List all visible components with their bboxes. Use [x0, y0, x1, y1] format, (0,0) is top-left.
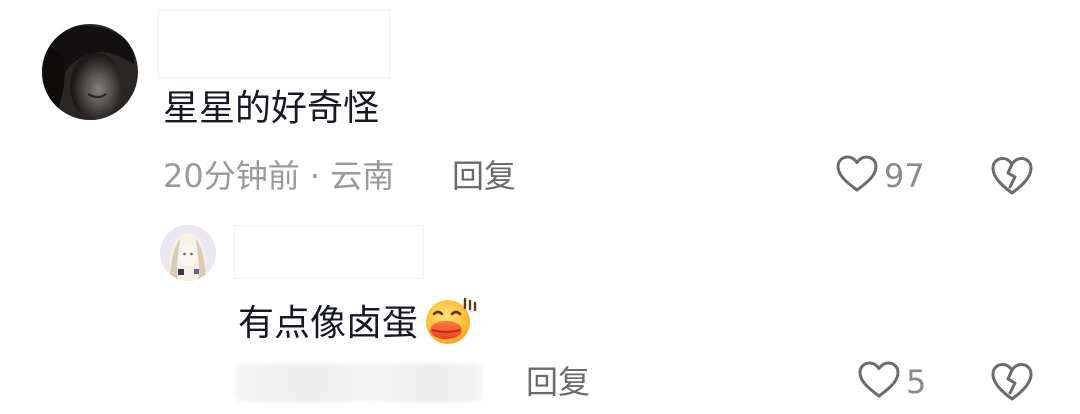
broken-heart-icon	[990, 157, 1034, 201]
reply-dislike-button[interactable]	[990, 361, 1034, 403]
duck-face-emoji-icon	[420, 294, 480, 346]
reply-comment-text-row: 有点像卤蛋	[238, 294, 480, 346]
dislike-button[interactable]	[990, 155, 1034, 197]
reply-timestamp-blurred	[236, 364, 482, 402]
commenter-username[interactable]	[158, 10, 390, 78]
like-count: 97	[884, 157, 925, 195]
reply-to-reply-button[interactable]: 回复	[526, 360, 590, 404]
reply-like-count: 5	[906, 363, 927, 401]
reply-button[interactable]: 回复	[452, 154, 516, 198]
reply-commenter-avatar[interactable]	[160, 225, 216, 281]
reply-comment-text: 有点像卤蛋	[238, 303, 419, 344]
reply-like-button[interactable]: 5	[858, 360, 926, 404]
comment-timestamp-location: 20分钟前 · 云南	[163, 157, 395, 195]
comment-text: 星星的好奇怪	[163, 88, 380, 129]
like-button[interactable]: 97	[836, 154, 925, 198]
commenter-avatar[interactable]	[42, 24, 138, 120]
heart-outline-icon	[836, 155, 878, 197]
reply-commenter-username[interactable]	[234, 225, 424, 279]
broken-heart-icon	[990, 363, 1034, 407]
heart-outline-icon	[858, 361, 900, 403]
